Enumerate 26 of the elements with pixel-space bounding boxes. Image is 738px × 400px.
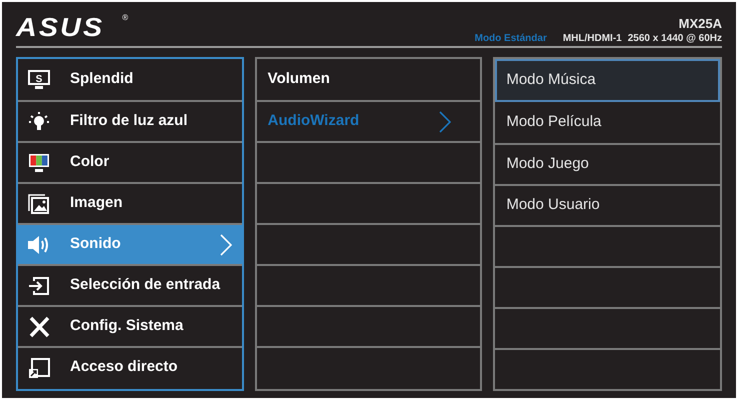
option-item[interactable]: Modo Música	[495, 59, 720, 102]
shortcut-icon	[28, 358, 50, 378]
light-bulb-icon	[28, 112, 50, 132]
menu-item[interactable]: Filtro de luz azul	[18, 100, 242, 141]
chevron-right-icon	[220, 234, 232, 256]
menu-item[interactable]: Selección de entrada	[18, 264, 242, 305]
menu-item[interactable]: Acceso directo	[18, 346, 242, 387]
picture-mode: Modo Estándar	[474, 32, 547, 45]
chevron-right-icon	[439, 110, 452, 132]
model-name: MX25A	[678, 16, 722, 32]
menu-item[interactable]: Color	[18, 141, 242, 182]
submenu-item[interactable]: Volumen	[256, 59, 480, 100]
option-item[interactable]: Modo Juego	[495, 143, 720, 184]
input-source: MHL/HDMI-1	[562, 32, 622, 45]
speaker-icon	[27, 234, 51, 254]
menu-item[interactable]: S Splendid	[18, 59, 242, 100]
input-icon	[28, 276, 50, 296]
menu-item[interactable]: Sonido	[18, 223, 242, 264]
option-item[interactable]: Modo Película	[495, 102, 720, 143]
brand-logo: ASUS	[16, 14, 104, 40]
resolution: 2560 x 1440 @ 60Hz	[628, 32, 722, 45]
registered-mark: ®	[122, 14, 128, 22]
color-monitor-icon	[28, 152, 50, 172]
menu-item[interactable]: Config. Sistema	[18, 305, 242, 346]
option-item[interactable]: Modo Usuario	[495, 184, 720, 225]
picture-icon	[28, 194, 50, 214]
